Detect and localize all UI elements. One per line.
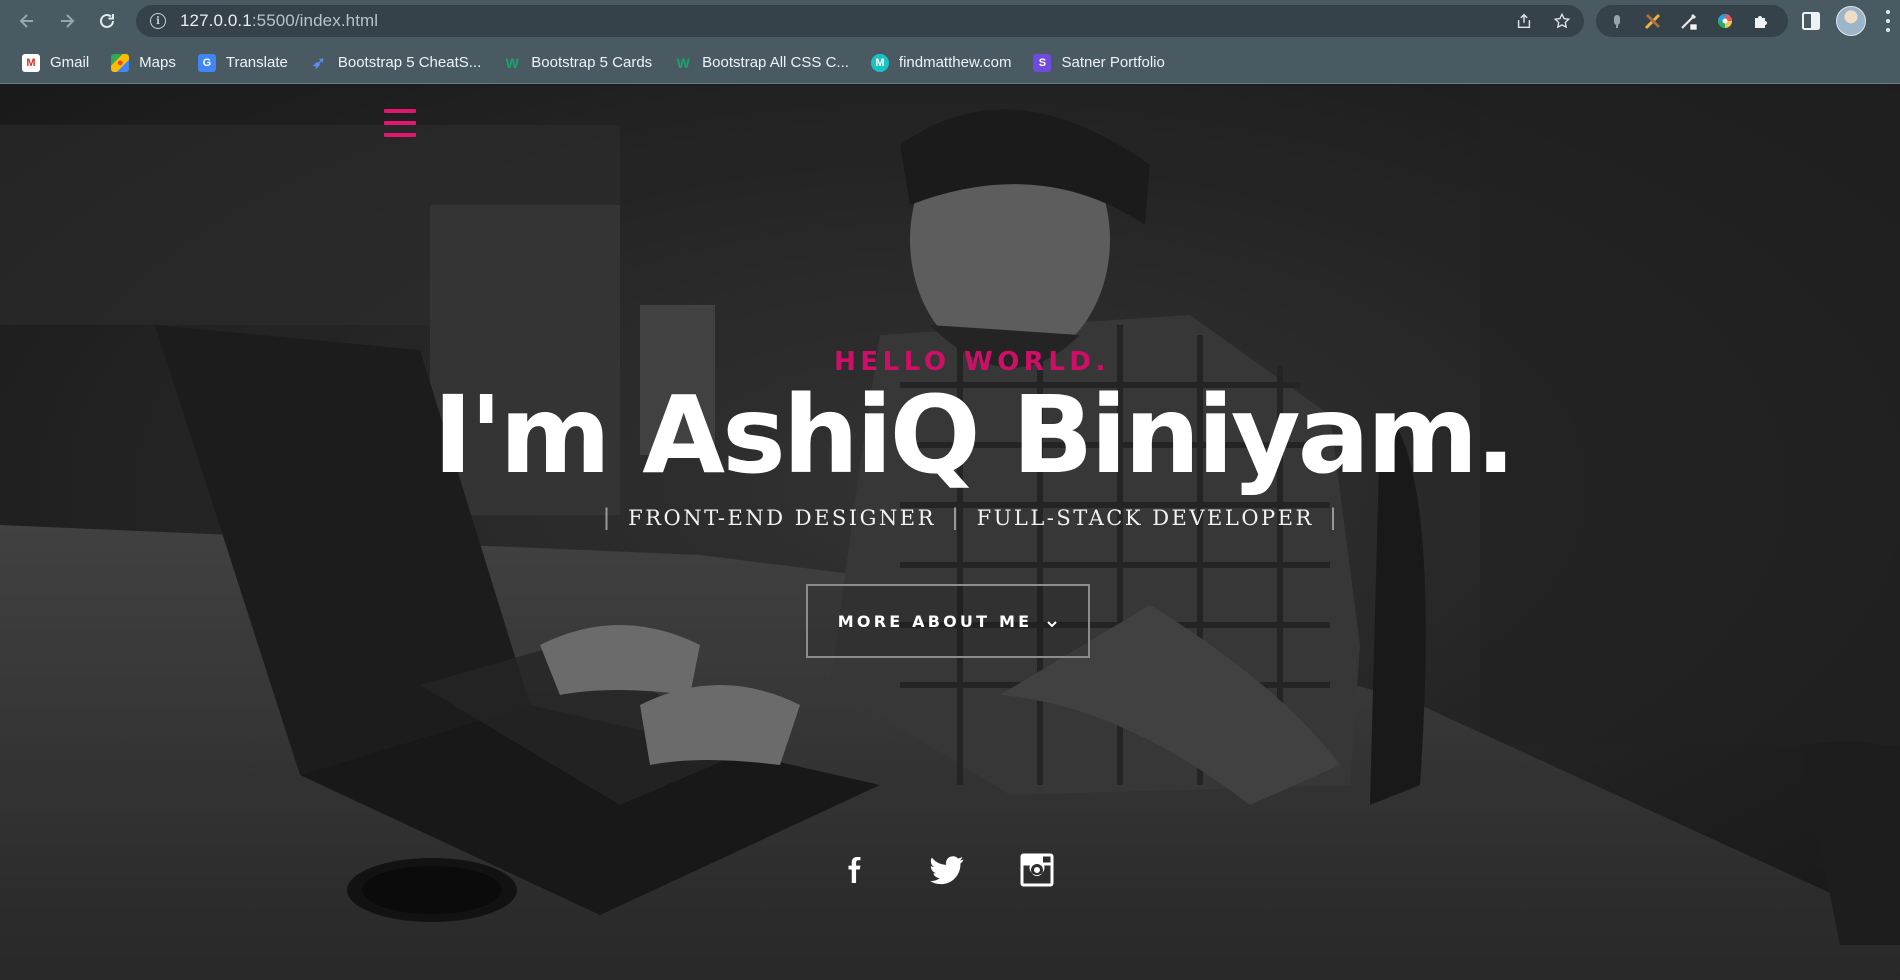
bookmark-bootstrap-cards[interactable]: W Bootstrap 5 Cards xyxy=(495,48,660,78)
social-links xyxy=(830,845,1062,895)
hero-greeting: HELLO WORLD. xyxy=(834,347,1110,377)
bookmark-bootstrap-cheatsheet[interactable]: ➶ Bootstrap 5 CheatS... xyxy=(302,48,489,78)
bookmark-translate[interactable]: G Translate xyxy=(190,48,296,78)
side-panel-icon[interactable] xyxy=(1800,9,1824,33)
bookmark-bootstrap-css[interactable]: W Bootstrap All CSS C... xyxy=(666,48,857,78)
maps-icon: ● xyxy=(111,53,130,72)
findmatthew-icon: M xyxy=(870,53,889,72)
back-arrow-icon xyxy=(19,14,33,28)
extensions-area xyxy=(1596,5,1788,37)
translate-icon: G xyxy=(197,53,216,72)
bookmark-satner[interactable]: S Satner Portfolio xyxy=(1025,48,1172,78)
twitter-icon[interactable] xyxy=(922,845,972,895)
browser-toolbar: i 127.0.0.1:5500/index.html xyxy=(0,0,1900,42)
more-about-me-button[interactable]: MORE ABOUT ME xyxy=(806,584,1090,658)
reload-button[interactable] xyxy=(91,5,123,37)
gmail-icon: M xyxy=(22,53,40,72)
bookmark-label: Gmail xyxy=(50,54,90,71)
bookmark-maps[interactable]: ● Maps xyxy=(103,48,184,78)
extension-mic-icon[interactable] xyxy=(1604,8,1630,34)
portfolio-page: HELLO WORLD. I'm AshiQ Biniyam. | FRONT-… xyxy=(0,85,1900,980)
role-separator: | xyxy=(603,504,613,531)
extensions-puzzle-icon[interactable] xyxy=(1748,8,1774,34)
bookmarks-bar: M Gmail ● Maps G Translate ➶ Bootstrap 5… xyxy=(0,42,1900,84)
bookmark-label: findmatthew.com xyxy=(898,54,1012,71)
back-button[interactable] xyxy=(11,5,43,37)
bookmark-label: Bootstrap 5 CheatS... xyxy=(337,54,482,71)
bootstrap-cards-icon: W xyxy=(505,54,519,71)
bookmark-label: Bootstrap All CSS C... xyxy=(702,54,849,71)
forward-arrow-icon xyxy=(61,14,75,28)
role-separator: | xyxy=(1329,504,1339,531)
chevron-down-icon xyxy=(1046,615,1058,628)
url-text[interactable]: 127.0.0.1:5500/index.html xyxy=(180,11,378,31)
profile-avatar[interactable] xyxy=(1836,6,1866,36)
browser-menu-icon[interactable] xyxy=(1884,10,1892,32)
address-bar[interactable]: i 127.0.0.1:5500/index.html xyxy=(136,5,1584,37)
hero-name: I'm AshiQ Biniyam. xyxy=(432,374,1516,498)
role-separator: | xyxy=(951,504,961,531)
forward-button[interactable] xyxy=(51,5,83,37)
hamburger-menu-icon[interactable] xyxy=(384,109,416,137)
bookmark-label: Satner Portfolio xyxy=(1061,54,1165,71)
menu-bar xyxy=(384,109,416,113)
menu-bar xyxy=(384,121,416,125)
more-about-me-label: MORE ABOUT ME xyxy=(837,611,1033,631)
extension-pencil-icon[interactable] xyxy=(1640,8,1666,34)
satner-icon: S xyxy=(1033,53,1052,72)
url-host: 127.0.0.1 xyxy=(180,11,252,30)
bootstrap-css-icon: W xyxy=(676,54,690,71)
reload-icon xyxy=(100,13,114,28)
instagram-icon[interactable] xyxy=(1012,845,1062,895)
extension-colorwheel-icon[interactable] xyxy=(1712,8,1738,34)
hero-intro: HELLO WORLD. I'm AshiQ Biniyam. | FRONT-… xyxy=(0,347,1900,532)
menu-bar xyxy=(384,133,416,137)
role-front-end: FRONT-END DESIGNER xyxy=(628,506,936,530)
bookmark-label: Maps xyxy=(139,54,176,71)
bookmark-label: Bootstrap 5 Cards xyxy=(531,54,653,71)
hero-roles: | FRONT-END DESIGNER | FULL-STACK DEVELO… xyxy=(42,504,1900,532)
bootstrap-cheatsheet-icon: ➶ xyxy=(312,54,326,72)
bookmark-gmail[interactable]: M Gmail xyxy=(14,48,97,78)
bookmark-label: Translate xyxy=(225,54,288,71)
bookmark-findmatthew[interactable]: M findmatthew.com xyxy=(863,48,1020,78)
extension-eyedropper-icon[interactable] xyxy=(1676,8,1702,34)
share-icon[interactable] xyxy=(1512,9,1536,33)
role-full-stack: FULL-STACK DEVELOPER xyxy=(976,506,1314,530)
url-path: :5500/index.html xyxy=(251,11,379,30)
facebook-icon[interactable] xyxy=(830,845,880,895)
bookmark-star-icon[interactable] xyxy=(1550,9,1574,33)
site-info-icon[interactable]: i xyxy=(150,13,166,29)
